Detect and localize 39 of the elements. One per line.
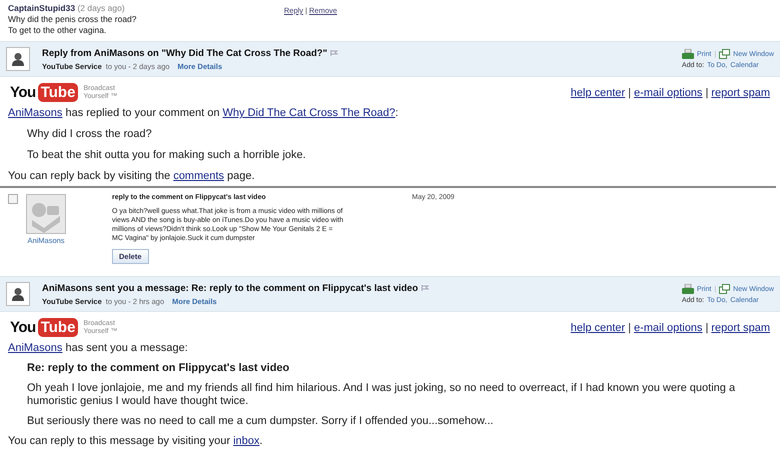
user-avatar-icon (26, 194, 66, 234)
header-link[interactable]: report spam (711, 322, 770, 334)
message-title: Re: reply to the comment on Flippycat's last video (26, 362, 290, 375)
comment-line: To get to the other vagina. (8, 25, 108, 36)
link-separator: | (628, 86, 631, 98)
checkbox[interactable] (8, 194, 18, 204)
printer-icon[interactable] (682, 49, 694, 59)
text-link[interactable]: AniMasons (8, 342, 62, 354)
flag-icon[interactable] (330, 50, 338, 56)
person-icon (12, 287, 24, 301)
message-paragraph: But seriously there was no need to call me a cum dumpster. Sorry if I offended you...somehow... (26, 415, 494, 428)
header-link[interactable]: help center (570, 322, 626, 334)
message-text: AniMasons has sent you a message: (8, 342, 189, 355)
link-separator: | (705, 86, 708, 98)
header-link[interactable]: help center (570, 86, 626, 98)
message-text: You can reply to this message by visiting your inbox. (8, 435, 264, 448)
new-window-icon[interactable] (719, 49, 730, 59)
email-subject: Reply from AniMasons on "Why Did The Cat Cross The Road?" (42, 48, 328, 58)
message-text: You can reply back by visiting the comments page. (8, 170, 256, 183)
quoted-text: To beat the shit outta you for making such a horrible joke. (26, 149, 307, 162)
link-separator: | (628, 322, 631, 334)
comment-line: Why did the penis cross the road? (8, 14, 138, 25)
new-window-icon[interactable] (719, 284, 730, 294)
header-link[interactable]: e-mail options (634, 86, 702, 98)
text-link[interactable]: Why Did The Cat Cross The Road? (222, 107, 396, 119)
header-link[interactable]: e-mail options (634, 322, 702, 334)
text-link[interactable]: inbox (233, 435, 260, 447)
quoted-text: Why did I cross the road? (26, 128, 153, 141)
header-link[interactable]: report spam (711, 86, 770, 98)
comment-meta: CaptainStupid33 (2 days ago) (8, 3, 126, 14)
link-separator: | (705, 322, 708, 334)
text-link[interactable]: comments (173, 170, 224, 182)
printer-icon[interactable] (682, 284, 694, 294)
message-paragraph: Oh yeah I love jonlajoie, me and my friends all find him hilarious. And I was just joking, so no need to overreact, if I had known you were quoting a humoristic genius I would have thought twice. (26, 382, 736, 408)
person-icon (12, 52, 24, 66)
flag-icon[interactable] (421, 285, 430, 291)
message-text: AniMasons has replied to your comment on Why Did The Cat Cross The Road?: (8, 107, 400, 120)
text-link[interactable]: AniMasons (8, 107, 62, 119)
email-subject: AniMasons sent you a message: Re: reply to the comment on Flippycat's last video (42, 282, 418, 294)
